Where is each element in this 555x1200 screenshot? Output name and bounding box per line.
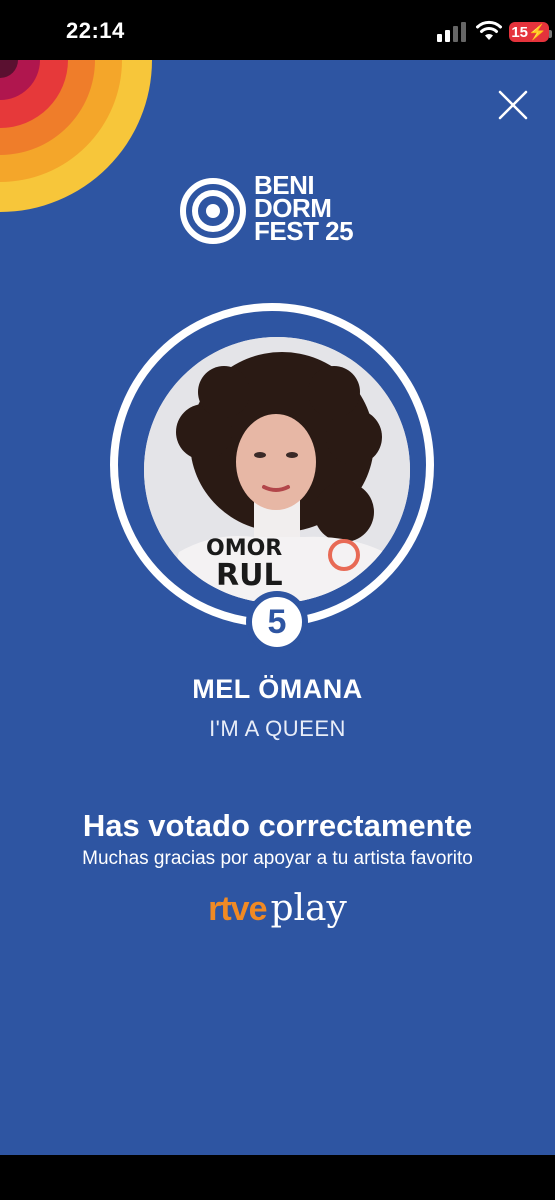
vote-confirmation-screen: BENI DORM FEST 25 RUL OMOR 5 MEL ÖMANA I… (0, 60, 555, 1155)
rtve-wordmark: rtve (208, 890, 267, 928)
artist-photo: RUL OMOR (144, 337, 410, 603)
signal-icon (437, 22, 466, 42)
confirmation-subtitle: Muchas gracias por apoyar a tu artista f… (82, 848, 473, 869)
artist-name: MEL ÖMANA (192, 674, 363, 704)
logo-line-3: FEST 25 (254, 216, 354, 246)
artist-number-badge: 5 (246, 591, 308, 653)
svg-text:RUL: RUL (216, 558, 283, 593)
status-bar: 22:14 15 ⚡ (0, 0, 555, 60)
status-time: 22:14 (66, 18, 125, 43)
artist-portrait-image: RUL OMOR (144, 337, 410, 603)
sunburst-decoration (0, 60, 152, 212)
play-wordmark: play (270, 888, 347, 929)
svg-text:OMOR: OMOR (206, 536, 282, 561)
logo-wordmark: BENI DORM FEST 25 (254, 172, 354, 246)
confirmation-title: Has votado correctamente (82, 808, 473, 843)
battery-level: 15 (511, 23, 528, 41)
wifi-icon (476, 20, 502, 40)
close-button[interactable] (494, 86, 532, 124)
battery-indicator: 15 ⚡ (509, 22, 552, 42)
rtve-play-logo: rtve play (0, 888, 555, 934)
target-logo-icon (180, 178, 246, 244)
song-title: I'M A QUEEN (209, 716, 346, 741)
charging-bolt-icon: ⚡ (528, 24, 547, 41)
bottom-bar (0, 1155, 555, 1200)
benidorm-fest-logo: BENI DORM FEST 25 (180, 172, 380, 248)
battery-tip (549, 30, 552, 38)
